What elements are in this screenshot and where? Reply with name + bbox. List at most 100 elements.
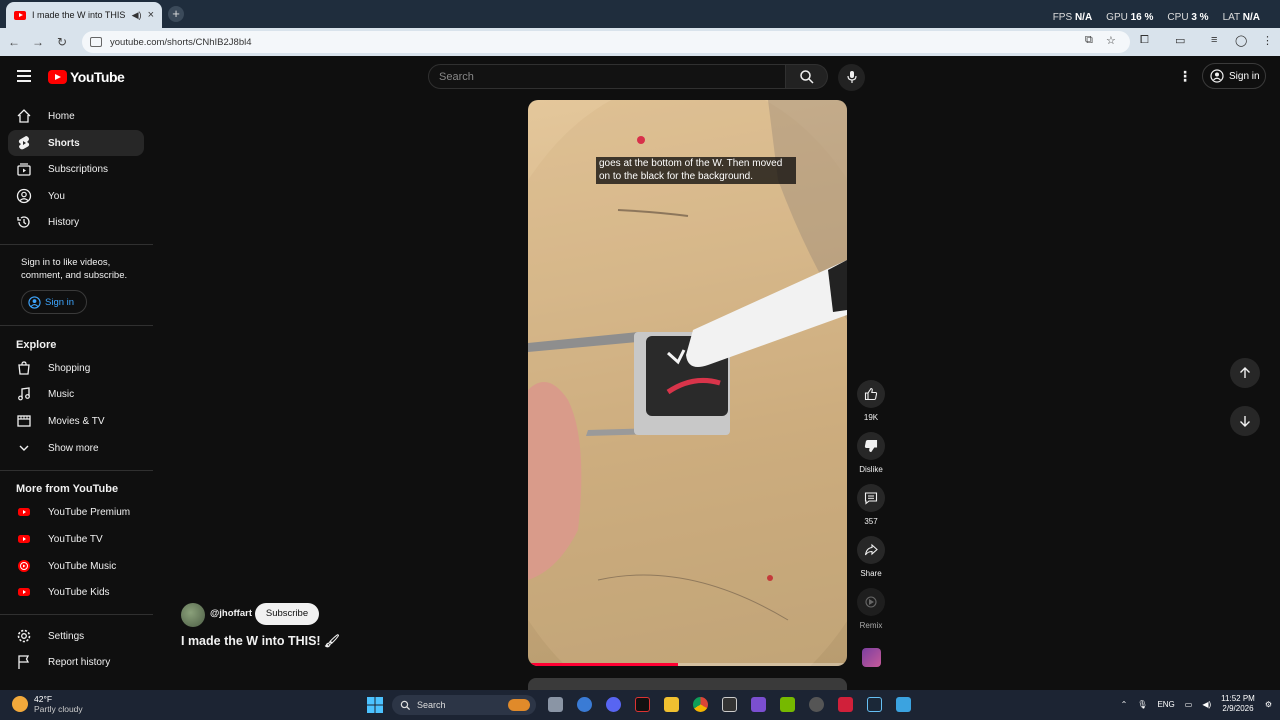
- steam-icon[interactable]: [867, 697, 882, 712]
- comments-button-circle[interactable]: [857, 484, 885, 512]
- back-icon[interactable]: ←: [2, 35, 26, 49]
- account-icon: [1210, 69, 1224, 83]
- capcut-icon[interactable]: [635, 697, 650, 712]
- search-highlight-icon: [508, 699, 530, 711]
- new-tab-button[interactable]: +: [168, 6, 184, 22]
- dislike-button-circle[interactable]: [857, 432, 885, 460]
- sidebar-item-label: Music: [48, 388, 75, 400]
- dislike-button[interactable]: Dislike: [857, 432, 885, 474]
- profile-icon[interactable]: ◯: [1235, 34, 1247, 47]
- sidebar-item-home[interactable]: Home: [8, 103, 144, 129]
- cast-icon[interactable]: ▭: [1175, 34, 1185, 47]
- sidebar-item-label: Settings: [48, 630, 85, 642]
- sign-in-button[interactable]: Sign in: [1202, 63, 1266, 89]
- next-short-button[interactable]: [1230, 406, 1260, 436]
- forward-icon[interactable]: →: [26, 35, 50, 49]
- speaker-icon[interactable]: ◀): [132, 10, 142, 21]
- chevron-up-icon[interactable]: ⌃: [1121, 700, 1128, 709]
- site-info-icon[interactable]: [90, 37, 102, 47]
- sidebar-item-youtube-music[interactable]: YouTube Music: [8, 553, 144, 579]
- weather-widget[interactable]: 42°F Partly cloudy: [12, 694, 83, 714]
- remix-button[interactable]: Remix: [857, 588, 885, 630]
- url-text[interactable]: youtube.com/shorts/CNhIB2J8bl4: [110, 37, 252, 48]
- remix-button-circle[interactable]: [857, 588, 885, 616]
- browser-tab[interactable]: I made the W into THIS! 🖌 ◀) ×: [6, 2, 162, 28]
- discord-icon[interactable]: [606, 697, 621, 712]
- shopping-icon: [18, 361, 30, 375]
- language-indicator[interactable]: ENG: [1157, 700, 1174, 709]
- sidebar-show-more[interactable]: Show more: [8, 435, 144, 461]
- sidebar-item-shorts[interactable]: Shorts: [8, 130, 144, 156]
- microphone-icon[interactable]: 🎙: [1137, 700, 1147, 709]
- you-icon: [16, 188, 32, 204]
- sidebar-item-settings[interactable]: Settings: [8, 623, 144, 649]
- install-app-icon[interactable]: ⧉: [1085, 34, 1093, 47]
- video-caption: goes at the bottom of the W. Then moved …: [596, 157, 796, 184]
- comments-button[interactable]: 357: [857, 484, 885, 526]
- channel-handle[interactable]: @jhoffart: [210, 608, 252, 619]
- sound-thumbnail[interactable]: [862, 648, 881, 667]
- settings-menu-icon[interactable]: ⋮: [1178, 68, 1192, 85]
- network-icon[interactable]: ▭: [1185, 700, 1193, 709]
- file-explorer-icon[interactable]: [664, 697, 679, 712]
- subscriptions-icon: [17, 163, 31, 176]
- media-controls-icon[interactable]: ≡: [1211, 34, 1217, 46]
- sidebar-item-movies-tv[interactable]: Movies & TV: [8, 408, 144, 434]
- remix-label: Remix: [859, 621, 883, 630]
- sidebar-sign-in-button[interactable]: Sign in: [21, 290, 87, 314]
- volume-icon[interactable]: ◀): [1202, 700, 1211, 709]
- address-bar[interactable]: youtube.com/shorts/CNhIB2J8bl4: [82, 31, 1130, 53]
- sidebar-item-report-history[interactable]: Report history: [8, 649, 144, 675]
- sidebar-item-music[interactable]: Music: [8, 381, 144, 407]
- video-frame: [528, 100, 847, 666]
- like-count: 19K: [863, 413, 879, 422]
- sidebar-item-history[interactable]: History: [8, 209, 144, 235]
- share-button[interactable]: Share: [857, 536, 885, 578]
- like-button[interactable]: 19K: [857, 380, 885, 422]
- clock-date: 2/9/2026: [1222, 704, 1254, 713]
- app-icon[interactable]: [809, 697, 824, 712]
- browser-menu-icon[interactable]: ⋮: [1262, 34, 1273, 47]
- subscribe-button[interactable]: Subscribe: [255, 603, 319, 625]
- sidebar-item-subscriptions[interactable]: Subscriptions: [8, 156, 144, 182]
- shorts-video-player[interactable]: goes at the bottom of the W. Then moved …: [528, 100, 847, 666]
- task-view-icon[interactable]: [548, 697, 563, 712]
- music-icon: [18, 387, 30, 401]
- extensions-icon[interactable]: ⧠: [1140, 34, 1149, 47]
- sidebar-item-youtube-tv[interactable]: YouTube TV: [8, 526, 144, 552]
- previous-short-button[interactable]: [1230, 358, 1260, 388]
- menu-icon[interactable]: [17, 70, 31, 82]
- channel-avatar[interactable]: [181, 603, 205, 627]
- app-icon[interactable]: [838, 697, 853, 712]
- sidebar-item-youtube-premium[interactable]: YouTube Premium: [8, 499, 144, 525]
- taskbar-search[interactable]: Search: [392, 695, 536, 715]
- short-title[interactable]: I made the W into THIS! 🖌: [181, 634, 340, 649]
- like-button-circle[interactable]: [857, 380, 885, 408]
- clock[interactable]: 11:52 PM 2/9/2026: [1221, 694, 1255, 714]
- next-short-preview[interactable]: [528, 678, 847, 690]
- copilot-icon[interactable]: [577, 697, 592, 712]
- sidebar-item-shopping[interactable]: Shopping: [8, 355, 144, 381]
- sidebar-item-you[interactable]: You: [8, 183, 144, 209]
- windows-start-icon[interactable]: [367, 697, 383, 713]
- tab-close-button[interactable]: ×: [148, 9, 154, 21]
- chevron-down-icon: [19, 445, 29, 451]
- notifications-icon[interactable]: ⚙: [1265, 700, 1272, 709]
- voice-search-button[interactable]: [838, 64, 865, 91]
- reload-icon[interactable]: ↻: [50, 35, 74, 49]
- sidebar-item-youtube-kids[interactable]: YouTube Kids: [8, 579, 144, 605]
- chrome-icon[interactable]: [693, 697, 708, 712]
- sidebar-divider: [0, 244, 153, 245]
- youtube-logo-text: YouTube: [70, 69, 125, 85]
- search-button[interactable]: [786, 64, 828, 89]
- share-button-circle[interactable]: [857, 536, 885, 564]
- youtube-logo[interactable]: YouTube: [48, 69, 125, 85]
- cpu-label: CPU: [1167, 12, 1189, 23]
- bookmark-star-icon[interactable]: ☆: [1106, 34, 1116, 47]
- search-input[interactable]: Search: [428, 64, 786, 89]
- app-icon[interactable]: [751, 697, 766, 712]
- nvidia-icon[interactable]: [780, 697, 795, 712]
- video-progress-track[interactable]: [528, 663, 847, 666]
- app-icon[interactable]: [896, 697, 911, 712]
- app-icon[interactable]: [722, 697, 737, 712]
